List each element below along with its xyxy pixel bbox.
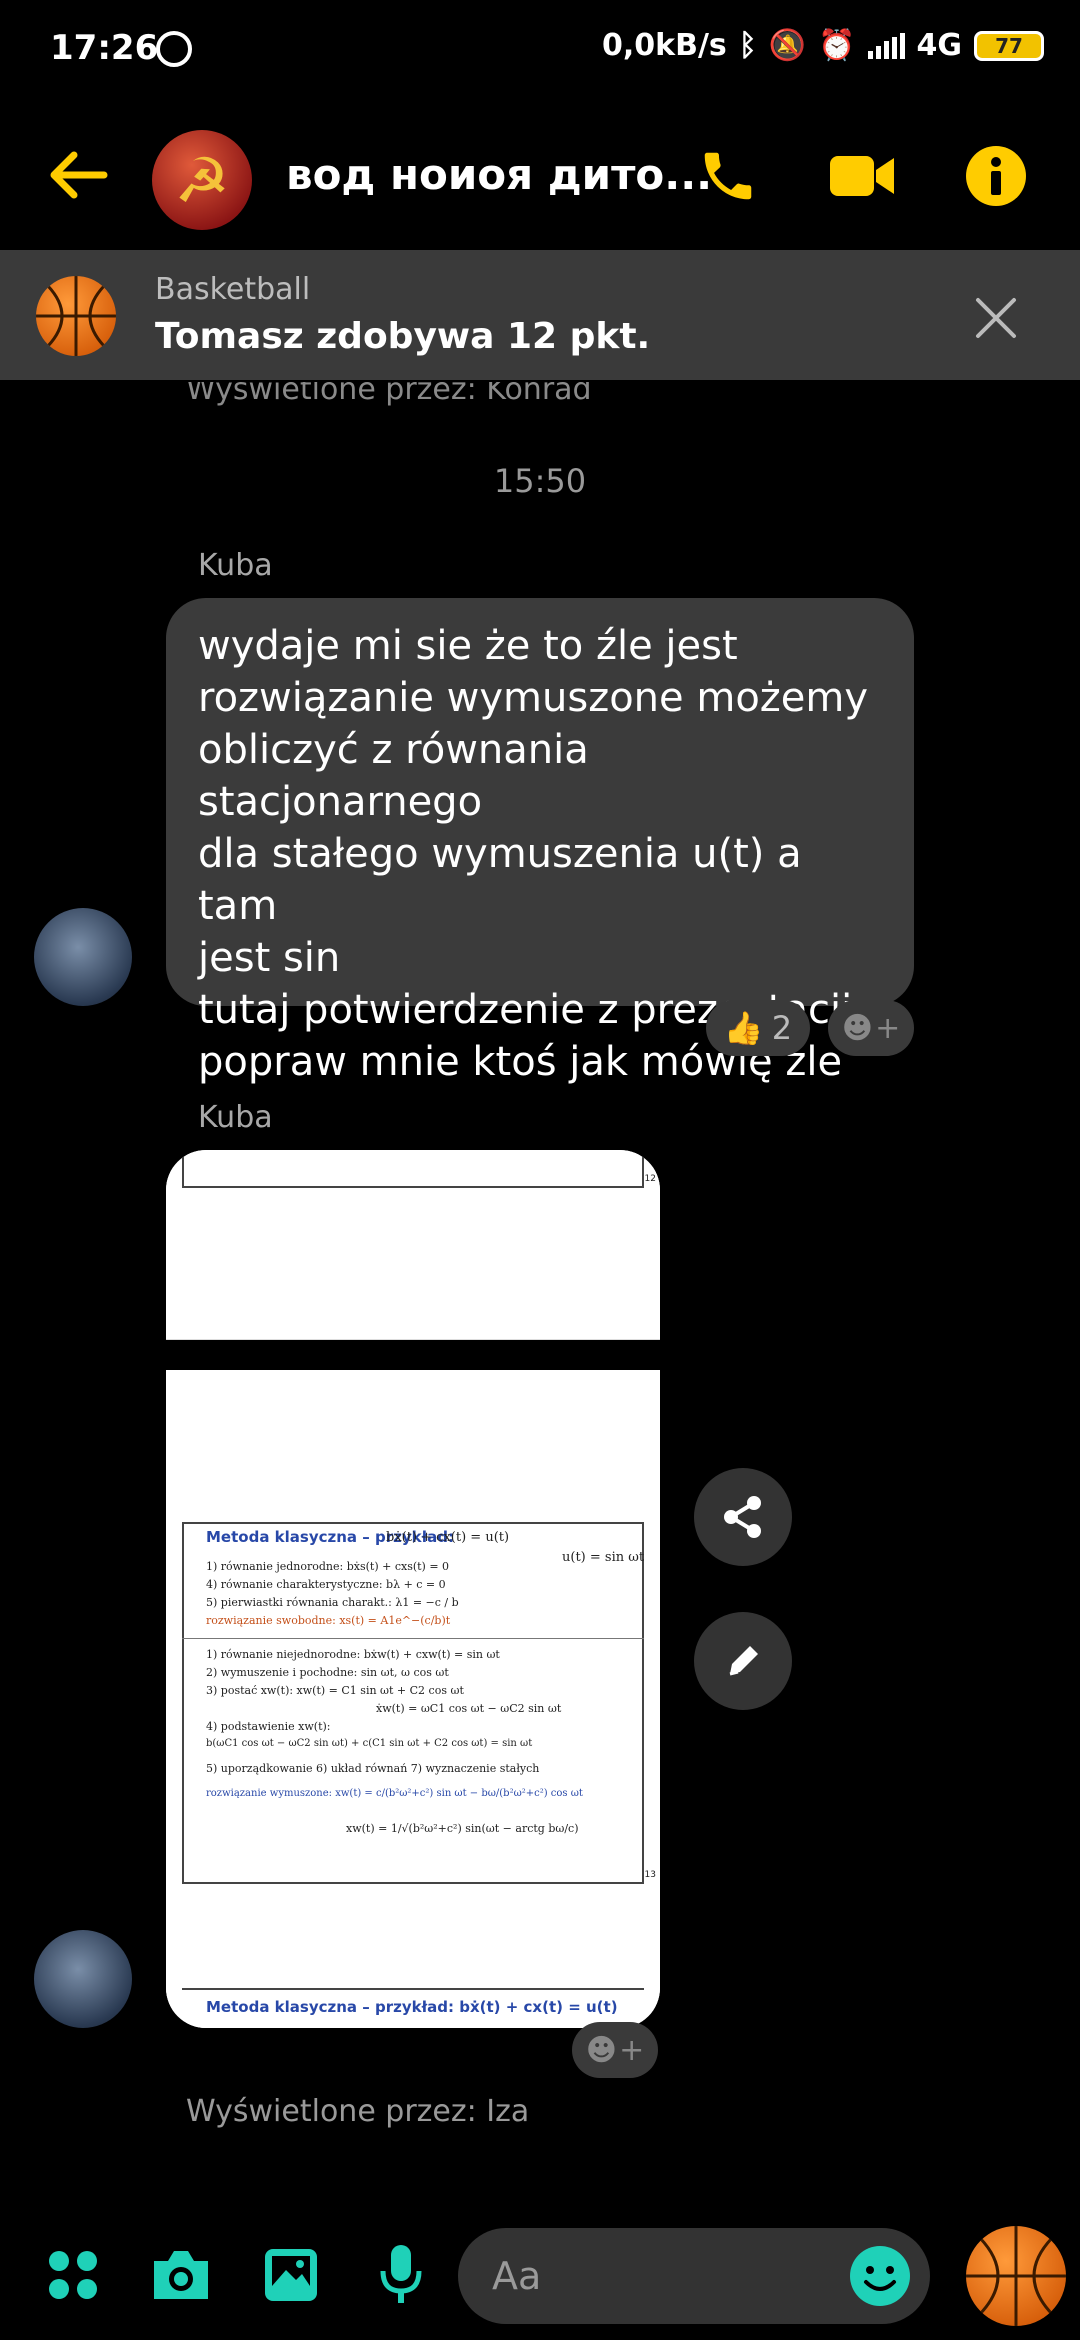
slide-line: xw(t) = 1/√(b²ω²+c²) sin(ωt − arctg bω/c… — [346, 1822, 579, 1835]
slide-line: 2) wymuszenie i pochodne: sin ωt, ω cos … — [206, 1666, 449, 1679]
message-bubble[interactable]: wydaje mi sie że to źle jest rozwiązanie… — [166, 598, 914, 1085]
slide-equation: bẋ(t) + cx(t) = u(t) — [386, 1530, 510, 1545]
camera-button[interactable] — [146, 2240, 216, 2310]
slide-line: 1) równanie jednorodne: bẋs(t) + cxs(t) … — [206, 1560, 450, 1573]
pencil-icon — [729, 1646, 758, 1676]
message-line: dla stałego wymuszenia u(t) a tam — [198, 831, 802, 929]
close-icon — [976, 298, 1016, 338]
slide-bottom-title: Metoda klasyczna – przykład: bẋ(t) + cx(… — [206, 1998, 618, 2016]
slide-line: 4) podstawienie xw(t): — [206, 1720, 331, 1733]
slide-line: b(ωC1 cos ωt − ωC2 sin ωt) + c(C1 sin ωt… — [206, 1738, 533, 1749]
back-arrow-icon — [50, 151, 108, 199]
info-button[interactable] — [958, 138, 1034, 214]
image-attachment[interactable]: 12 Metoda klasyczna – przykład: bẋ(t) + … — [166, 1150, 660, 2028]
share-button[interactable] — [694, 1468, 792, 1566]
sender-avatar[interactable] — [34, 1930, 132, 2028]
chat-header: ☭ вод ноиоя дито... — [0, 110, 1080, 240]
network-type: 4G — [916, 28, 963, 63]
reaction-summary[interactable]: 👍 2 — [706, 1000, 810, 1056]
group-avatar[interactable]: ☭ — [152, 130, 252, 230]
battery-icon: 77 — [974, 30, 1044, 61]
slide-line: 5) pierwiastki równania charakt.: λ1 = −… — [206, 1596, 459, 1609]
edit-button[interactable] — [694, 1612, 792, 1710]
slide-line: 4) równanie charakterystyczne: bλ + c = … — [206, 1578, 446, 1591]
plus-icon: + — [619, 2032, 645, 2068]
slide-line: rozwiązanie swobodne: xs(t) = A1e^−(c/b)… — [206, 1614, 451, 1627]
phone-icon — [704, 152, 752, 200]
message-line: rozwiązanie wymuszone możemy — [198, 675, 869, 721]
video-camera-icon — [830, 156, 894, 196]
basketball-icon — [966, 2226, 1066, 2326]
close-notification-button[interactable] — [966, 288, 1026, 348]
camera-icon — [154, 2251, 208, 2299]
mute-icon: 🔕 — [768, 27, 807, 63]
add-reaction-button[interactable]: ☻ + — [828, 1000, 914, 1056]
emoji-button[interactable] — [848, 2244, 912, 2308]
sender-name: Kuba — [198, 548, 273, 583]
net-speed: 0,0kB/s — [602, 28, 727, 63]
message-composer — [0, 2210, 1080, 2340]
slide-number: 13 — [644, 1870, 656, 1880]
gallery-icon — [265, 2249, 317, 2301]
basketball-icon — [36, 276, 116, 356]
sender-name: Kuba — [198, 1100, 273, 1135]
notification-text: Tomasz zdobywa 12 pkt. — [155, 316, 651, 357]
microphone-icon — [380, 2245, 422, 2303]
plus-icon: + — [875, 1010, 901, 1046]
slide-line: 3) postać xw(t): xw(t) = C1 sin ωt + C2 … — [206, 1684, 464, 1697]
message-timestamp: 15:50 — [493, 462, 587, 500]
slide-input: u(t) = sin ωt — [562, 1550, 645, 1565]
messenger-notification-icon — [156, 31, 192, 67]
gallery-button[interactable] — [256, 2240, 326, 2310]
chat-title[interactable]: вод ноиоя дито... — [286, 150, 712, 199]
seen-by-bottom: Wyświetlone przez: Iza — [186, 2094, 530, 2129]
apps-icon — [49, 2251, 97, 2299]
slide-line: 1) równanie niejednorodne: bẋw(t) + cxw(… — [206, 1648, 500, 1661]
slide-line: rozwiązanie wymuszone: xw(t) = c/(b²ω²+c… — [206, 1788, 583, 1799]
apps-button[interactable] — [38, 2240, 108, 2310]
emoji-icon: ☻ — [585, 2032, 618, 2068]
video-call-button[interactable] — [824, 138, 900, 214]
message-line: wydaje mi sie że to źle jest — [198, 623, 738, 669]
microphone-button[interactable] — [366, 2240, 436, 2310]
add-reaction-button[interactable]: ☻ + — [572, 2022, 658, 2078]
slide-preview-main: Metoda klasyczna – przykład: bẋ(t) + cx(… — [166, 1370, 660, 2028]
emoji-icon: ☻ — [841, 1010, 874, 1046]
thumbs-up-icon: 👍 — [723, 1009, 764, 1047]
bluetooth-icon: ᛒ — [738, 27, 757, 63]
share-icon — [724, 1496, 761, 1538]
basketball-notification[interactable]: Basketball Tomasz zdobywa 12 pkt. — [0, 250, 1080, 380]
slide-line: 5) uporządkowanie 6) układ równań 7) wyz… — [206, 1762, 540, 1775]
status-bar: 17:26 0,0kB/s ᛒ 🔕 ⏰ 4G 77 — [0, 0, 1080, 96]
sender-avatar[interactable] — [34, 908, 132, 1006]
info-icon — [966, 146, 1026, 206]
message-line: jest sin — [198, 935, 341, 981]
alarm-icon: ⏰ — [818, 27, 856, 63]
emoji-icon — [850, 2246, 910, 2306]
slide-line: ẋw(t) = ωC1 cos ωt − ωC2 sin ωt — [376, 1702, 562, 1715]
signal-icon — [867, 32, 905, 59]
notification-title: Basketball — [155, 272, 311, 307]
status-indicators: 0,0kB/s ᛒ 🔕 ⏰ 4G 77 — [602, 28, 1044, 63]
reaction-count: 2 — [771, 1009, 793, 1047]
basketball-button[interactable] — [966, 2226, 1066, 2326]
slide-preview-top: 12 — [166, 1150, 660, 1340]
call-button[interactable] — [690, 138, 766, 214]
message-line: obliczyć z równania stacjonarnego — [198, 727, 589, 825]
slide-number: 12 — [644, 1174, 656, 1184]
status-time: 17:26 — [50, 28, 159, 68]
back-button[interactable] — [42, 140, 112, 210]
